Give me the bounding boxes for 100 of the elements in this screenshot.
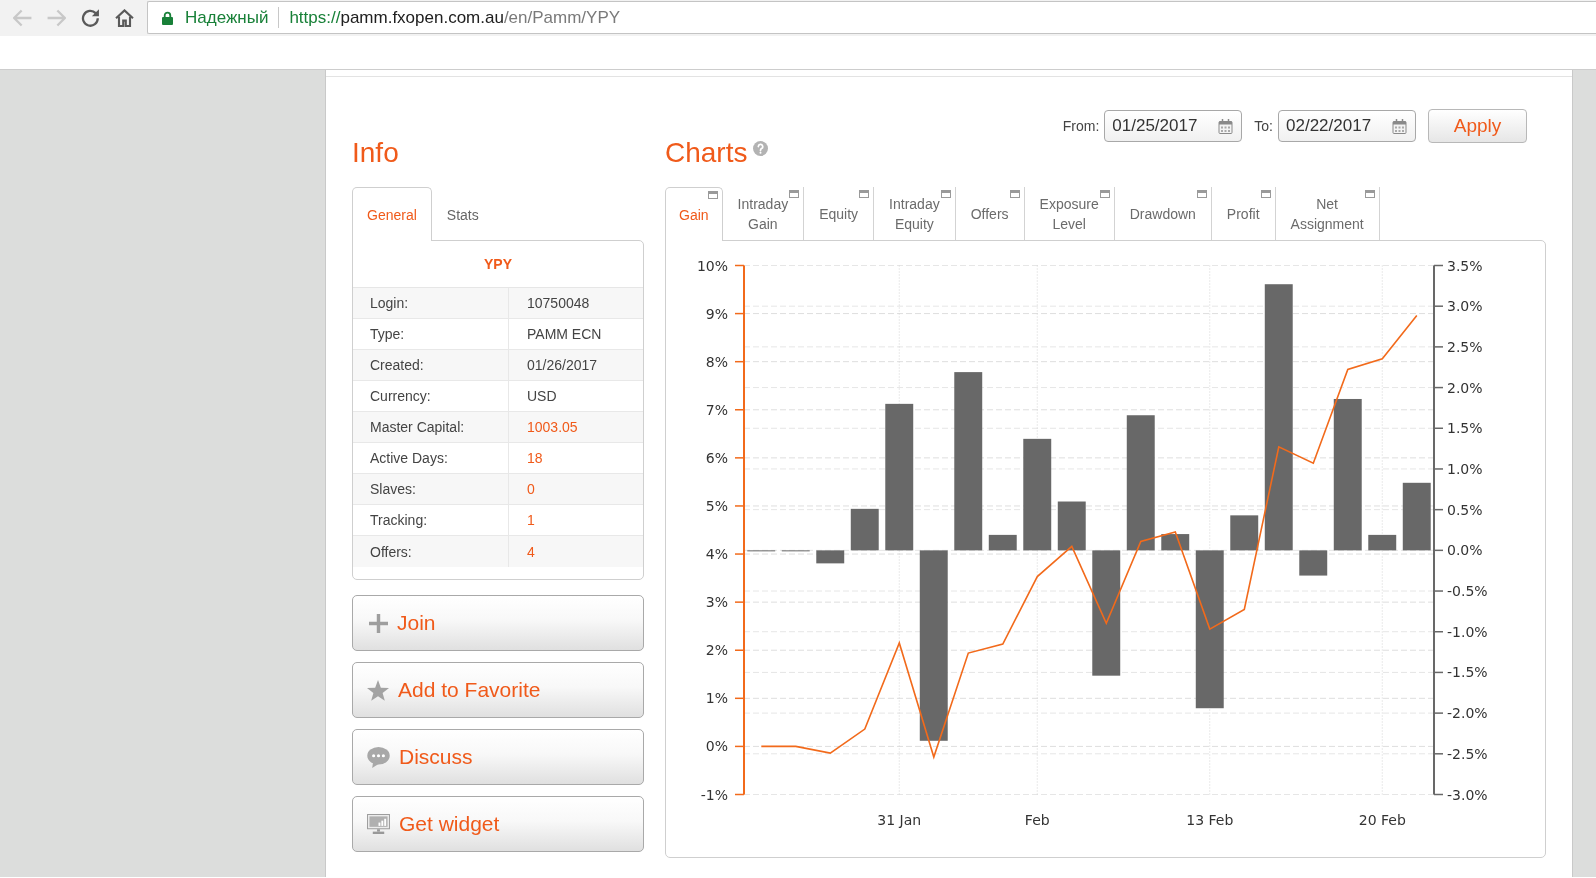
tick-label: -1% (700, 786, 728, 803)
tick-label: 3.0% (1447, 298, 1483, 315)
monitor-icon (367, 814, 390, 834)
tab[interactable]: Gain (665, 187, 723, 241)
window-icon[interactable] (940, 190, 951, 198)
field-label: Currency: (353, 381, 509, 411)
charts-title: Charts (665, 136, 748, 170)
field-label: Type: (353, 319, 509, 349)
lock-icon (162, 10, 173, 25)
tab[interactable]: Exposure Level (1024, 187, 1115, 240)
tab[interactable]: General (352, 187, 432, 241)
window-icon[interactable] (859, 190, 870, 198)
tab[interactable]: Intraday Equity (874, 187, 956, 240)
tick-label: 2.5% (1447, 338, 1483, 355)
tick-label: 4% (705, 546, 728, 563)
window-icon[interactable] (1364, 190, 1375, 198)
tick-label: 2.0% (1447, 379, 1483, 396)
tick-label: 1% (705, 690, 728, 707)
tick-label: -3.0% (1447, 786, 1488, 803)
tick-label: 6% (705, 449, 728, 466)
security-label: Надежный (185, 7, 269, 28)
tick-label: 0.5% (1447, 501, 1483, 518)
address-field[interactable]: Надежный https://pamm.fxopen.com.au/en/Pamm/YPY (147, 1, 1596, 34)
window-icon[interactable] (789, 190, 800, 198)
widget-button[interactable]: Get widget (352, 796, 644, 852)
chart-bar (1230, 515, 1259, 551)
tick-label: 13 Feb (1186, 811, 1234, 828)
field-label: Master Capital: (353, 412, 509, 442)
house-icon[interactable] (115, 9, 134, 27)
chart-bar (1057, 501, 1086, 551)
tick-label: 3.5% (1447, 257, 1483, 274)
tab[interactable]: Net Assignment (1275, 187, 1380, 240)
field-value: 1 (526, 511, 536, 530)
field-value: 01/26/2017 (526, 356, 599, 375)
field-label: Tracking: (353, 505, 509, 535)
field-value: 1003.05 (526, 418, 579, 437)
window-icon[interactable] (1260, 190, 1271, 198)
field-value: USD (526, 387, 558, 406)
field-label: Offers: (353, 536, 509, 567)
window-icon[interactable] (1099, 190, 1110, 198)
field-label: Active Days: (353, 443, 509, 473)
field-value: 18 (526, 449, 544, 468)
tab[interactable]: Intraday Gain (722, 187, 805, 240)
tick-label: 1.0% (1447, 460, 1483, 477)
tick-label: -0.5% (1447, 583, 1488, 600)
tick-label: -1.5% (1447, 664, 1488, 681)
tick-label: 3% (705, 594, 728, 611)
tick-label: 7% (705, 401, 728, 418)
date-field[interactable]: 01/25/2017 (1104, 110, 1243, 142)
chart-bar (816, 550, 845, 564)
plus-icon (369, 613, 388, 633)
chart-bar (988, 534, 1017, 551)
field-value: 0 (526, 480, 536, 499)
tick-label: 31 Jan (877, 811, 922, 828)
tick-label: 10% (696, 257, 728, 274)
chart-bar (1299, 550, 1328, 576)
window-icon[interactable] (1009, 190, 1020, 198)
tab[interactable]: Profit (1211, 187, 1276, 240)
speech-bubble-icon (367, 746, 390, 768)
tab[interactable]: Drawdown (1114, 187, 1212, 240)
tick-label: -2.5% (1447, 745, 1488, 762)
date-label: From: (1062, 118, 1100, 134)
date-field[interactable]: 02/22/2017 (1278, 110, 1416, 142)
window-icon[interactable] (707, 191, 718, 199)
help-icon[interactable] (753, 141, 769, 156)
info-title: Info (352, 136, 399, 170)
calendar-icon[interactable] (1392, 118, 1407, 134)
field-label: Login: (353, 288, 509, 318)
join-button[interactable]: Join (352, 595, 644, 651)
reload-icon[interactable] (81, 9, 100, 27)
tick-label: -1.0% (1447, 623, 1488, 640)
calendar-icon[interactable] (1218, 118, 1234, 134)
apply-button[interactable]: Apply (1428, 109, 1527, 143)
tick-label: 9% (705, 305, 728, 322)
field-value: PAMM ECN (526, 325, 603, 344)
tick-label: Feb (1024, 811, 1050, 828)
chart-bar (1161, 534, 1190, 551)
chart-bar (1402, 482, 1431, 551)
tick-label: 0.0% (1447, 542, 1483, 559)
star-icon (367, 679, 389, 701)
tick-label: 20 Feb (1358, 811, 1406, 828)
field-label: Created: (353, 350, 509, 380)
window-icon[interactable] (1196, 190, 1207, 198)
date-label: To: (1254, 118, 1273, 134)
url-text: https://pamm.fxopen.com.au/en/Pamm/YPY (289, 7, 621, 28)
tab[interactable]: Stats (431, 187, 494, 241)
tick-label: 2% (705, 642, 728, 659)
discuss-button[interactable]: Discuss (352, 729, 644, 785)
tick-label: 0% (705, 738, 728, 755)
field-value: 4 (526, 542, 536, 562)
field-label: Slaves: (353, 474, 509, 504)
tick-label: 5% (705, 497, 728, 514)
tick-label: 1.5% (1447, 420, 1483, 437)
favorite-button[interactable]: Add to Favorite (352, 662, 644, 718)
chart-bar (1368, 534, 1397, 551)
field-value: 10750048 (526, 294, 591, 313)
tick-label: 8% (705, 353, 728, 370)
tab[interactable]: Offers (955, 187, 1025, 240)
tick-label: -2.0% (1447, 705, 1488, 722)
tab[interactable]: Equity (804, 187, 875, 240)
